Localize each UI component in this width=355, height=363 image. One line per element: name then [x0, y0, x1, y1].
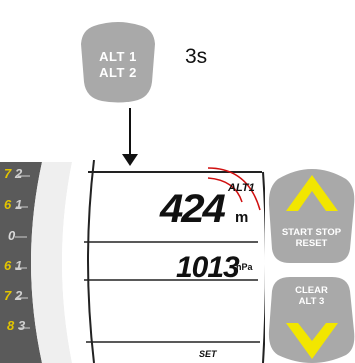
- hold-duration-label: 3s: [185, 45, 208, 68]
- chevron-down-icon: [286, 323, 338, 359]
- pressure-unit: hPa: [236, 262, 253, 272]
- start-stop-label: START STOP: [281, 227, 342, 238]
- alt-button[interactable]: ALT 1 ALT 2: [80, 22, 156, 104]
- dial-num-5: 7: [4, 288, 12, 303]
- dial-num-4: 6: [4, 258, 12, 273]
- dial-num-2: 6: [4, 197, 12, 212]
- altitude-unit: m: [235, 209, 249, 226]
- dial-num-6: 8: [7, 318, 15, 333]
- alt-button-line1: ALT 1: [99, 49, 137, 64]
- dial-mark-6: 3: [18, 318, 26, 333]
- reset-label: RESET: [295, 238, 328, 249]
- pressure-value: 1013: [176, 251, 240, 284]
- down-arrow-icon: [122, 108, 138, 166]
- alt3-label: ALT 3: [298, 296, 325, 307]
- dial-num-1: 7: [4, 166, 12, 181]
- dial-mark-3: 0: [8, 228, 16, 243]
- altitude-value: 424: [160, 187, 226, 231]
- clear-alt3-button[interactable]: CLEAR ALT 3: [268, 275, 355, 363]
- chevron-up-icon: [286, 175, 338, 211]
- dial-mark-1: 2: [15, 166, 23, 181]
- alt-button-line2: ALT 2: [99, 65, 137, 80]
- altitude-dial: 7 2 6 1 0 6 1 7 2 8 3: [0, 162, 90, 363]
- altitude-label: ALT1: [228, 182, 255, 194]
- start-stop-reset-button[interactable]: START STOP RESET: [268, 165, 355, 265]
- clear-label: CLEAR: [295, 285, 328, 296]
- set-label: SET: [199, 349, 217, 359]
- dial-mark-5: 2: [15, 288, 23, 303]
- dial-mark-4: 1: [15, 258, 23, 273]
- dial-mark-2: 1: [15, 197, 23, 212]
